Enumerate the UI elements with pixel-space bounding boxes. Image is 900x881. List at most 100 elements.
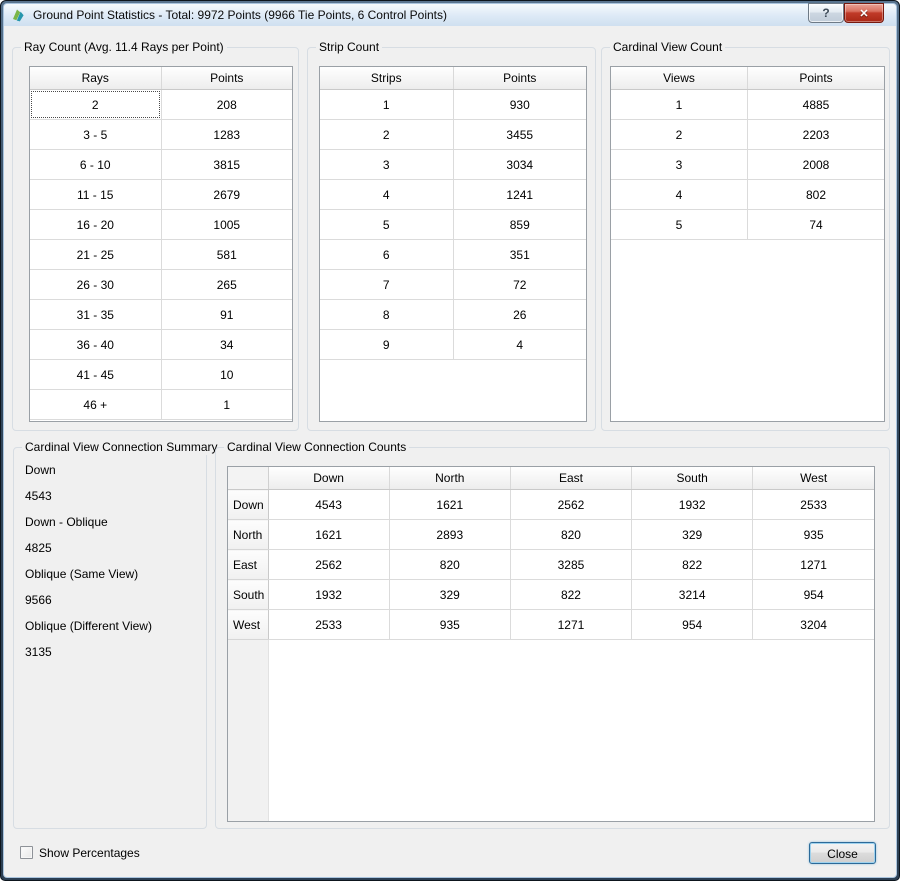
strip-cell[interactable]: 3 (320, 150, 453, 180)
matrix-count-cell[interactable]: 2893 (389, 520, 510, 550)
points-cell[interactable]: 802 (748, 180, 885, 210)
points-cell[interactable]: 351 (453, 240, 586, 270)
points-cell[interactable]: 1241 (453, 180, 586, 210)
row-header-cell[interactable]: East (228, 550, 268, 580)
matrix-count-cell[interactable]: 820 (510, 520, 631, 550)
column-header-south[interactable]: South (632, 467, 753, 490)
strip-cell[interactable]: 5 (320, 210, 453, 240)
ray-range-cell[interactable]: 36 - 40 (30, 330, 161, 360)
strip-cell[interactable]: 8 (320, 300, 453, 330)
points-cell[interactable]: 2679 (161, 180, 292, 210)
strip-cell[interactable]: 6 (320, 240, 453, 270)
matrix-count-cell[interactable]: 1271 (753, 550, 874, 580)
matrix-count-cell[interactable]: 329 (389, 580, 510, 610)
show-percentages-checkbox[interactable] (20, 846, 33, 859)
matrix-count-cell[interactable]: 3214 (632, 580, 753, 610)
ray-range-cell[interactable]: 16 - 20 (30, 210, 161, 240)
column-header-points[interactable]: Points (161, 67, 292, 90)
points-cell[interactable]: 2008 (748, 150, 885, 180)
points-cell[interactable]: 930 (453, 90, 586, 120)
column-header-east[interactable]: East (510, 467, 631, 490)
points-cell[interactable]: 1005 (161, 210, 292, 240)
strip-cell[interactable]: 4 (320, 180, 453, 210)
help-button[interactable]: ? (808, 3, 844, 23)
window-close-button[interactable]: ✕ (844, 3, 884, 23)
strip-cell[interactable]: 9 (320, 330, 453, 360)
views-cell[interactable]: 4 (611, 180, 748, 210)
row-header-cell[interactable]: South (228, 580, 268, 610)
matrix-count-cell[interactable]: 935 (753, 520, 874, 550)
strip-cell[interactable]: 7 (320, 270, 453, 300)
strip-cell[interactable]: 1 (320, 90, 453, 120)
ray-range-cell[interactable]: 31 - 35 (30, 300, 161, 330)
views-cell[interactable]: 5 (611, 210, 748, 240)
column-header-rays[interactable]: Rays (30, 67, 161, 90)
matrix-count-cell[interactable]: 1621 (268, 520, 389, 550)
matrix-count-cell[interactable]: 3204 (753, 610, 874, 640)
ray-range-cell[interactable]: 26 - 30 (30, 270, 161, 300)
column-header-west[interactable]: West (753, 467, 874, 490)
points-cell[interactable]: 26 (453, 300, 586, 330)
summary-label: Oblique (Different View) (25, 613, 202, 639)
matrix-count-cell[interactable]: 4543 (268, 490, 389, 520)
row-header-cell[interactable]: West (228, 610, 268, 640)
matrix-count-cell[interactable]: 1932 (268, 580, 389, 610)
points-cell[interactable]: 581 (161, 240, 292, 270)
points-cell[interactable]: 4885 (748, 90, 885, 120)
matrix-count-cell[interactable]: 1932 (632, 490, 753, 520)
ray-range-cell[interactable]: 2 (30, 90, 161, 120)
ray-range-cell[interactable]: 3 - 5 (30, 120, 161, 150)
group-cardinal-view-count-title: Cardinal View Count (610, 40, 725, 55)
matrix-count-cell[interactable]: 2562 (510, 490, 631, 520)
matrix-count-cell[interactable]: 2562 (268, 550, 389, 580)
views-cell[interactable]: 2 (611, 120, 748, 150)
ray-range-cell[interactable]: 21 - 25 (30, 240, 161, 270)
group-connection-counts-title: Cardinal View Connection Counts (224, 440, 409, 455)
ray-range-cell[interactable]: 46 + (30, 390, 161, 420)
points-cell[interactable]: 91 (161, 300, 292, 330)
points-cell[interactable]: 4 (453, 330, 586, 360)
points-cell[interactable]: 3034 (453, 150, 586, 180)
column-header-north[interactable]: North (389, 467, 510, 490)
matrix-count-cell[interactable]: 954 (632, 610, 753, 640)
column-header-views[interactable]: Views (611, 67, 748, 90)
matrix-count-cell[interactable]: 1271 (510, 610, 631, 640)
views-cell[interactable]: 3 (611, 150, 748, 180)
column-header-points[interactable]: Points (748, 67, 885, 90)
matrix-count-cell[interactable]: 820 (389, 550, 510, 580)
strip-cell[interactable]: 2 (320, 120, 453, 150)
points-cell[interactable]: 859 (453, 210, 586, 240)
matrix-count-cell[interactable]: 1621 (389, 490, 510, 520)
matrix-count-cell[interactable]: 2533 (753, 490, 874, 520)
points-cell[interactable]: 10 (161, 360, 292, 390)
matrix-count-cell[interactable]: 2533 (268, 610, 389, 640)
ray-range-cell[interactable]: 41 - 45 (30, 360, 161, 390)
header-row: Down North East South West (228, 467, 874, 490)
points-cell[interactable]: 208 (161, 90, 292, 120)
row-header-cell[interactable]: North (228, 520, 268, 550)
views-cell[interactable]: 1 (611, 90, 748, 120)
points-cell[interactable]: 34 (161, 330, 292, 360)
ray-range-cell[interactable]: 11 - 15 (30, 180, 161, 210)
points-cell[interactable]: 74 (748, 210, 885, 240)
ray-range-cell[interactable]: 6 - 10 (30, 150, 161, 180)
column-header-down[interactable]: Down (268, 467, 389, 490)
points-cell[interactable]: 72 (453, 270, 586, 300)
matrix-count-cell[interactable]: 3285 (510, 550, 631, 580)
points-cell[interactable]: 2203 (748, 120, 885, 150)
column-header-strips[interactable]: Strips (320, 67, 453, 90)
matrix-count-cell[interactable]: 954 (753, 580, 874, 610)
matrix-count-cell[interactable]: 329 (632, 520, 753, 550)
matrix-count-cell[interactable]: 822 (510, 580, 631, 610)
column-header-points[interactable]: Points (453, 67, 586, 90)
points-cell[interactable]: 3455 (453, 120, 586, 150)
points-cell[interactable]: 1283 (161, 120, 292, 150)
matrix-count-cell[interactable]: 935 (389, 610, 510, 640)
close-button[interactable]: Close (809, 842, 876, 864)
points-cell[interactable]: 1 (161, 390, 292, 420)
row-header-cell[interactable]: Down (228, 490, 268, 520)
points-cell[interactable]: 265 (161, 270, 292, 300)
titlebar[interactable]: Ground Point Statistics - Total: 9972 Po… (4, 4, 896, 26)
matrix-count-cell[interactable]: 822 (632, 550, 753, 580)
points-cell[interactable]: 3815 (161, 150, 292, 180)
